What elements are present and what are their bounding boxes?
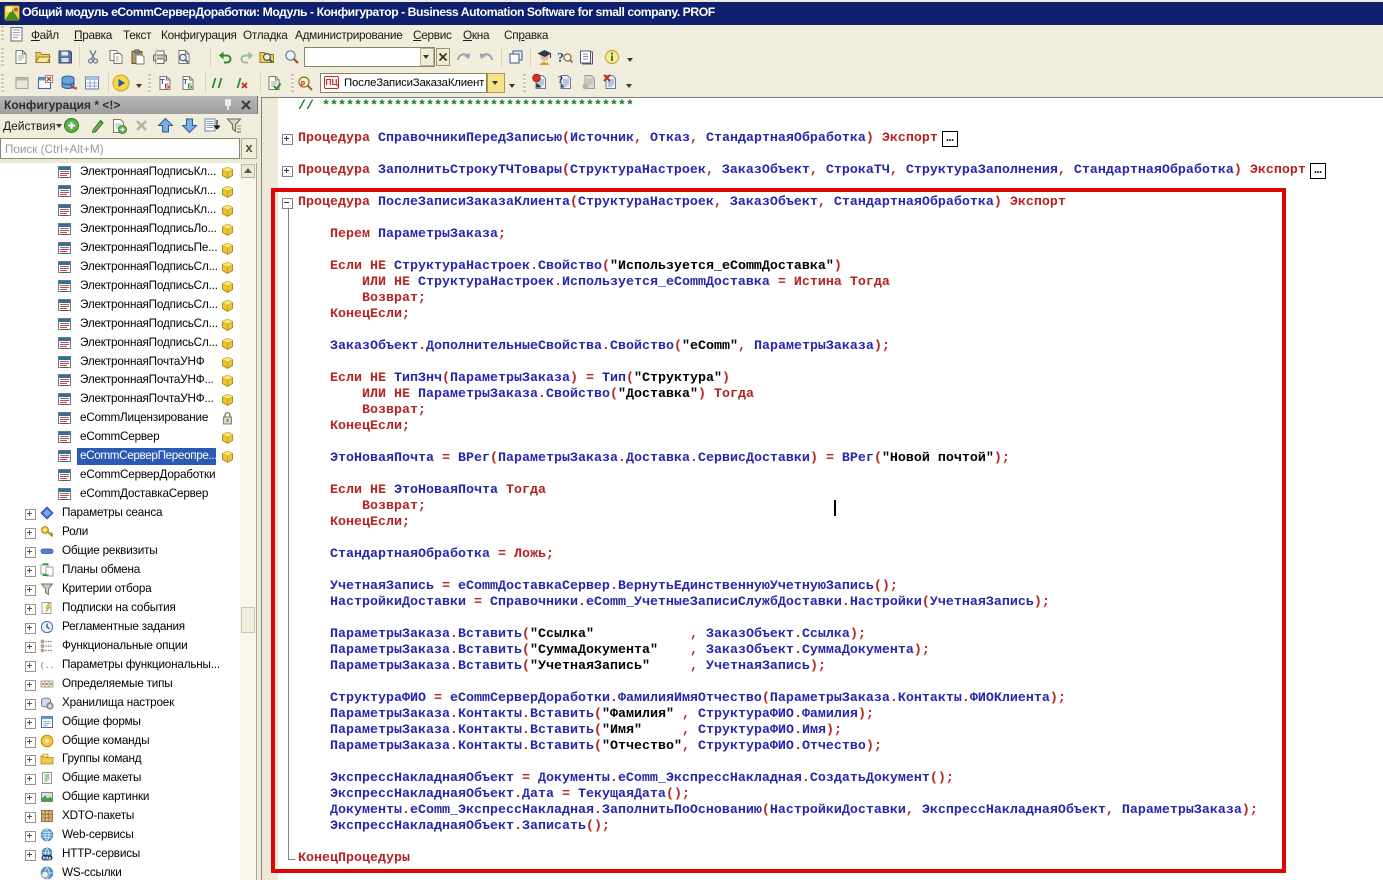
svg-text:(...): (...) — [40, 662, 54, 671]
svg-text:?: ? — [557, 51, 564, 65]
svg-text:http: http — [43, 856, 52, 861]
svg-text:Б: Б — [188, 84, 193, 91]
svg-text:Б: Б — [165, 84, 170, 91]
svg-text:p: p — [301, 80, 305, 87]
